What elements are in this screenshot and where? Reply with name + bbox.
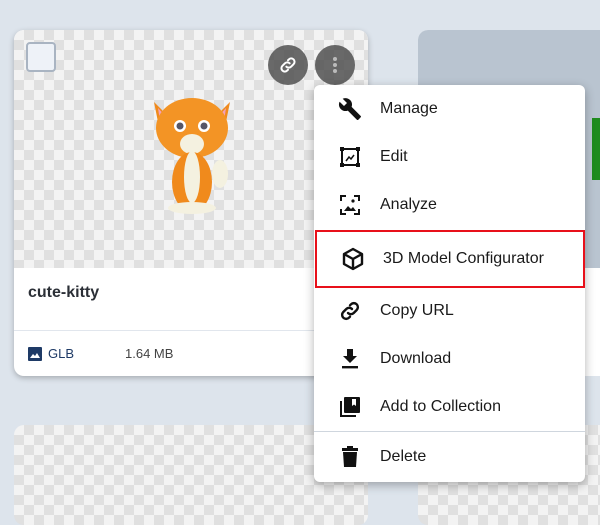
link-icon xyxy=(280,57,296,73)
menu-divider xyxy=(314,431,585,432)
file-size: 1.64 MB xyxy=(125,346,174,361)
format-label: GLB xyxy=(48,346,75,361)
kitty-model-image xyxy=(154,98,230,214)
menu-item-analyze[interactable]: Analyze xyxy=(314,181,585,229)
menu-item-delete[interactable]: Delete xyxy=(314,433,585,481)
collection-icon xyxy=(340,397,360,417)
analyze-image-icon xyxy=(340,195,360,215)
select-checkbox[interactable] xyxy=(26,42,56,72)
image-icon xyxy=(28,346,42,361)
more-options-button[interactable] xyxy=(315,45,355,85)
menu-item-edit[interactable]: Edit xyxy=(314,133,585,181)
menu-item-copy-url[interactable]: Copy URL xyxy=(314,287,585,335)
menu-item-download[interactable]: Download xyxy=(314,335,585,383)
menu-item-3d-model-configurator[interactable]: 3D Model Configurator xyxy=(315,230,585,288)
wrench-icon xyxy=(338,98,361,120)
edit-crop-icon xyxy=(340,147,360,167)
menu-item-add-to-collection[interactable]: Add to Collection xyxy=(314,383,585,431)
cube-icon xyxy=(342,247,364,271)
trash-icon xyxy=(342,446,358,467)
link-icon xyxy=(340,301,360,321)
copy-link-button[interactable] xyxy=(268,45,308,85)
download-icon xyxy=(342,349,358,369)
context-menu: Manage Edit Analyze 3D Model Configurato… xyxy=(314,85,585,482)
asset-title: cute-kitty xyxy=(28,284,100,301)
status-bar xyxy=(592,118,600,180)
menu-item-manage[interactable]: Manage xyxy=(314,85,585,133)
more-vertical-icon xyxy=(333,57,337,73)
asset-format: GLB xyxy=(28,346,74,361)
